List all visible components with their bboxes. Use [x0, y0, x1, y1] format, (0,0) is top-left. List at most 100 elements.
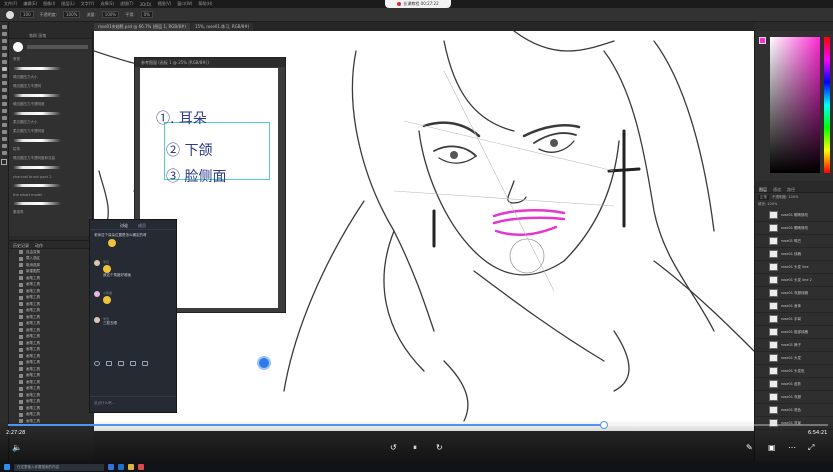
message-icon[interactable]: [142, 361, 148, 366]
tab-actions[interactable]: 动作: [35, 243, 43, 248]
smoothing-field[interactable]: 0%: [140, 11, 153, 18]
tab-discussion[interactable]: 讨论: [120, 223, 128, 228]
avatar[interactable]: [94, 260, 100, 266]
flow-field[interactable]: 100%: [101, 11, 120, 18]
pause-icon[interactable]: ⏸: [413, 444, 417, 452]
zoom-tool-icon[interactable]: [1, 151, 7, 155]
layer-opacity-field[interactable]: 不透明度: 100%: [772, 195, 798, 200]
brush-item[interactable]: [9, 109, 92, 118]
brush-item[interactable]: charcoal brush pack 2: [9, 172, 92, 181]
dodge-tool-icon[interactable]: [1, 109, 7, 113]
brush-item[interactable]: [9, 136, 92, 145]
volume-icon[interactable]: 🔈: [12, 444, 22, 452]
menu-file[interactable]: 文件(F): [4, 1, 17, 7]
brush-item[interactable]: [9, 64, 92, 73]
fullscreen-icon[interactable]: ⤢: [808, 444, 814, 452]
gradient-tool-icon[interactable]: [1, 95, 7, 99]
layer-row[interactable]: rose01 头发: [755, 352, 833, 365]
scissors-icon[interactable]: [106, 361, 112, 366]
layer-row[interactable]: rose01 眼睛修改: [755, 222, 833, 235]
doc-tab-active[interactable]: rose01夹翅膀.psd @ 66.7% (图层 1, RGB/8#): [94, 23, 190, 31]
layer-row[interactable]: rose01 底色: [755, 404, 833, 417]
blend-mode-select[interactable]: 正常: [758, 195, 769, 200]
more-icon[interactable]: ⋯: [788, 444, 796, 452]
picture-in-picture-icon[interactable]: ▣: [768, 444, 776, 452]
photoshop-icon[interactable]: [118, 464, 124, 470]
folder-icon[interactable]: [128, 464, 134, 470]
brush-item[interactable]: 柔边圆压力大小: [9, 118, 92, 127]
layer-fill-field[interactable]: 填充: 100%: [758, 202, 777, 206]
brush-item[interactable]: 硬边圆压力大小: [9, 73, 92, 82]
tab-channels[interactable]: 通道: [773, 187, 781, 192]
menu-filter[interactable]: 滤镜(T): [120, 1, 134, 7]
avatar[interactable]: [94, 317, 100, 323]
stamp-tool-icon[interactable]: [1, 74, 7, 78]
brush-item[interactable]: [9, 199, 92, 208]
menu-image[interactable]: 图像(I): [43, 1, 55, 7]
menu-select[interactable]: 选择(S): [100, 1, 114, 7]
history-brush-tool-icon[interactable]: [1, 81, 7, 85]
path-select-tool-icon[interactable]: [1, 130, 7, 134]
foreground-color-icon[interactable]: [1, 159, 7, 165]
eyedropper-tool-icon[interactable]: [1, 53, 7, 57]
foreground-swatch[interactable]: [759, 37, 766, 44]
layer-row[interactable]: rose01 脖子: [755, 339, 833, 352]
image-icon[interactable]: [118, 361, 124, 366]
app-icon[interactable]: [138, 464, 144, 470]
brush-item[interactable]: 硬边圆压力不透明度: [9, 100, 92, 109]
menu-3d[interactable]: 3D(D): [140, 2, 152, 7]
flower-icon[interactable]: [94, 361, 100, 366]
brush-size-slider[interactable]: [27, 45, 88, 49]
menu-window[interactable]: 窗口(W): [177, 1, 192, 7]
healing-tool-icon[interactable]: [1, 60, 7, 64]
layer-row[interactable]: rose01 头发 line: [755, 261, 833, 274]
layer-row[interactable]: rose01 嘴巴: [755, 235, 833, 248]
browser-icon[interactable]: [108, 464, 114, 470]
windows-start-icon[interactable]: [4, 464, 10, 470]
crop-tool-icon[interactable]: [1, 46, 7, 50]
layer-row[interactable]: rose01 眼睛修改: [755, 209, 833, 222]
chat-input[interactable]: 说点什么吧...: [90, 396, 176, 412]
tab-members[interactable]: 成员: [138, 223, 146, 228]
layer-row[interactable]: rose01 手臂: [755, 313, 833, 326]
layer-row[interactable]: rose01 身体: [755, 300, 833, 313]
eraser-tool-icon[interactable]: [1, 88, 7, 92]
annotate-icon[interactable]: ✎: [746, 444, 753, 452]
color-picker-field[interactable]: [770, 37, 820, 173]
brush-item[interactable]: 素描笔: [9, 208, 92, 217]
layer-row[interactable]: rose01 脸部线稿: [755, 326, 833, 339]
brush-item[interactable]: the smart model: [9, 190, 92, 199]
hue-slider[interactable]: [824, 37, 830, 173]
tab-history[interactable]: 历史记录: [13, 243, 29, 248]
move-tool-icon[interactable]: [1, 25, 7, 29]
hand-tool-icon[interactable]: [1, 144, 7, 148]
brush-item[interactable]: 硬边圆压力不透明: [9, 82, 92, 91]
layer-row[interactable]: rose01 衣服线稿: [755, 287, 833, 300]
brush-tool-icon[interactable]: [1, 67, 7, 71]
tab-paths[interactable]: 路径: [787, 187, 795, 192]
brush-size-field[interactable]: 100: [20, 11, 34, 18]
shape-tool-icon[interactable]: [1, 137, 7, 141]
brush-item[interactable]: 柔边圆压力不透明度: [9, 127, 92, 136]
brush-item[interactable]: 硬边圆压力不透明度和流量: [9, 154, 92, 163]
marquee-tool-icon[interactable]: [1, 32, 7, 36]
lasso-tool-icon[interactable]: [1, 39, 7, 43]
tab-layers[interactable]: 图层: [759, 187, 767, 192]
folder-icon[interactable]: [130, 361, 136, 366]
recording-indicator[interactable]: 长课教程 00:27:22: [385, 0, 451, 8]
brush-item[interactable]: [9, 163, 92, 172]
video-progress-handle[interactable]: [599, 421, 608, 429]
brush-item[interactable]: [9, 91, 92, 100]
menu-view[interactable]: 视图(V): [157, 1, 171, 7]
chat-bubble-icon[interactable]: [257, 356, 271, 370]
rewind-icon[interactable]: ↺: [390, 444, 397, 452]
brush-item[interactable]: [9, 181, 92, 190]
forward-icon[interactable]: ↻: [436, 444, 443, 452]
brush-item[interactable]: 铅笔: [9, 145, 92, 154]
layer-row[interactable]: rose01 头发 line 2: [755, 274, 833, 287]
doc-tab-secondary[interactable]: 15%, rose01.练习, RGB/8#): [190, 23, 254, 31]
layer-row[interactable]: rose01 头发色: [755, 365, 833, 378]
menu-help[interactable]: 帮助(H): [198, 1, 212, 7]
brush-preset-icon[interactable]: [6, 10, 14, 19]
opacity-field[interactable]: 100%: [63, 11, 81, 18]
